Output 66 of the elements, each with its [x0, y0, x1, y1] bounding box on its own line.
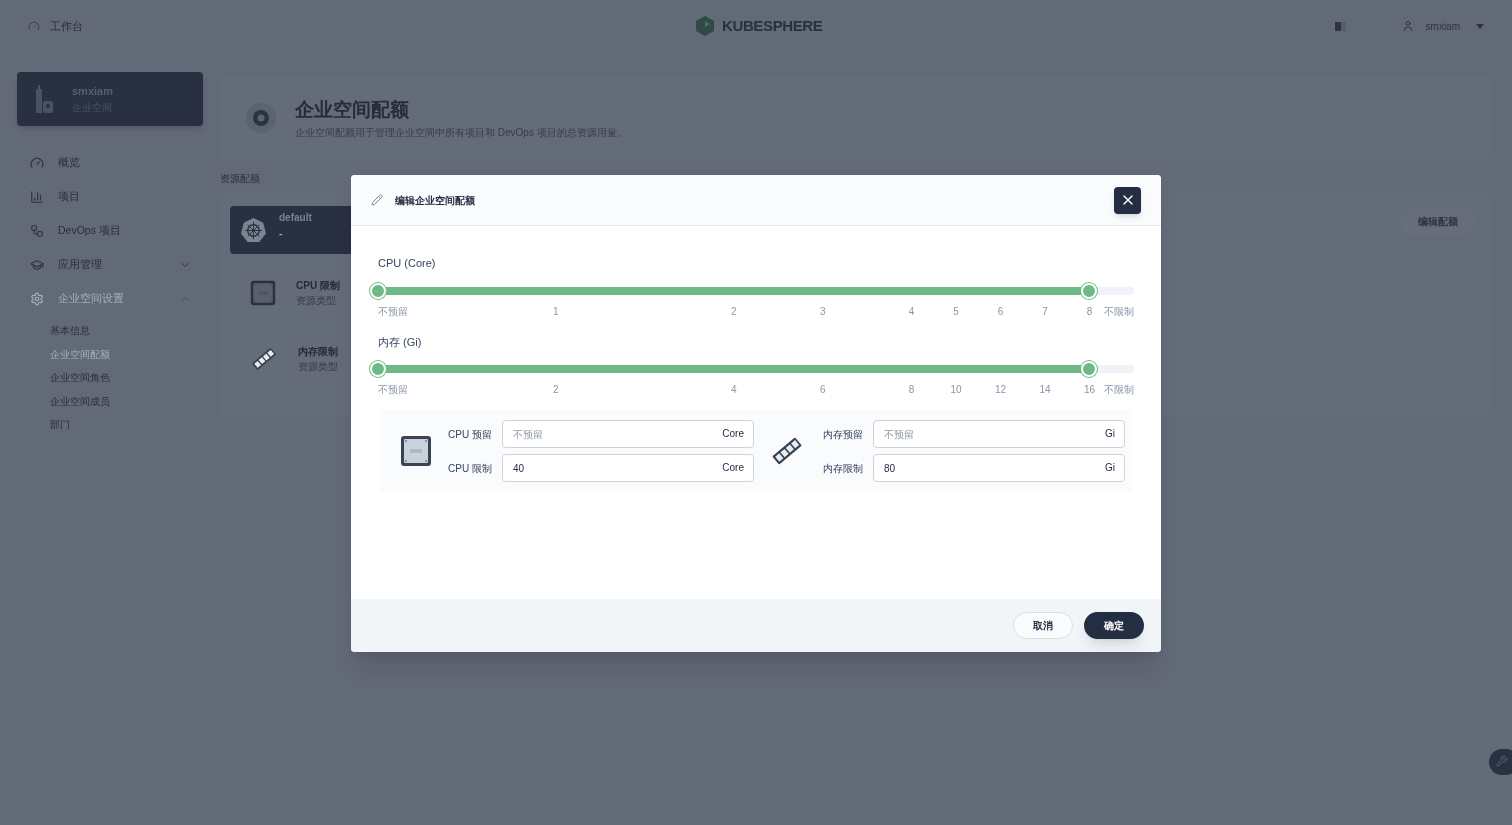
slider-tick-label: 不预留 [378, 304, 408, 319]
slider-label: 内存 (Gi) [378, 334, 423, 350]
nav-subitem[interactable]: 企业空间配额 [50, 342, 203, 366]
caret-icon [1476, 23, 1484, 29]
slider-tick-label: 2 [553, 383, 559, 397]
helm-wheel-icon [240, 216, 267, 244]
slider-thumb[interactable] [370, 361, 386, 377]
unit-label: Gi [1105, 462, 1115, 474]
cancel-button[interactable]: 取消 [1013, 612, 1073, 639]
edit-quota-button[interactable]: 编辑配额 [1401, 208, 1475, 234]
dialog-title: 编辑企业空间配额 [395, 193, 475, 208]
slider-tick-label: 5 [953, 304, 959, 319]
resource-title: CPU 限制 [296, 279, 340, 293]
page-title: 企业空间配额 [295, 98, 410, 123]
slider-thumb[interactable] [370, 282, 386, 299]
slider-tick-label: 6 [997, 304, 1004, 319]
slider-tick-label: 14 [1039, 383, 1051, 397]
close-button[interactable] [1114, 186, 1141, 214]
resource-title: 内存限制 [298, 345, 338, 359]
slider-tick-label: 16 [1083, 383, 1096, 397]
confirm-button[interactable]: 确定 [1084, 612, 1144, 639]
logo-icon [694, 15, 716, 37]
slider-label: CPU (Core) [378, 256, 437, 271]
pipeline-icon [30, 224, 44, 238]
cpu-chip-icon [400, 435, 432, 467]
quota-icon [245, 102, 277, 134]
wrench-icon [1496, 755, 1508, 767]
bar-chart-icon [30, 190, 44, 204]
slider-tick-label: 8 [1086, 304, 1093, 319]
slider-tick-label: 4 [908, 304, 915, 319]
unit-label: Gi [1105, 428, 1115, 440]
field-label: 内存限制 [822, 461, 863, 476]
field-label: CPU 限制 [447, 461, 492, 476]
slider-tick-label: 12 [995, 383, 1007, 397]
edit-icon [371, 194, 383, 206]
slider-tick-label: 不预留 [378, 383, 408, 397]
slider-tick-label: 不限制 [1104, 383, 1134, 397]
dashboard-icon [30, 156, 44, 170]
nav-item[interactable]: 概览 [17, 146, 203, 180]
tool-button[interactable] [1489, 749, 1512, 775]
slider-tick-label: 2 [730, 304, 737, 319]
slider-thumb[interactable] [1081, 282, 1098, 299]
slider-tick-label: 3 [819, 304, 826, 319]
toggle-icon [1334, 21, 1346, 31]
cap-icon [30, 258, 44, 272]
cluster-status: - [279, 226, 284, 241]
slider-thumb[interactable] [1081, 361, 1098, 377]
cluster-name: default [279, 211, 312, 225]
field-label: 内存预留 [822, 427, 863, 442]
slider-tick-label: 6 [819, 383, 826, 397]
slider-tick-label: 8 [908, 383, 915, 397]
slider-tick-label: 7 [1042, 304, 1048, 319]
slider-tick-label: 不限制 [1104, 304, 1134, 319]
logo-text: KUBESPHERE [722, 15, 823, 36]
field-label: CPU 预留 [447, 427, 492, 442]
slider-tick-label: 4 [730, 383, 737, 397]
slider-tick-label: 1 [553, 304, 559, 319]
settings-icon [30, 292, 44, 306]
slider-tick-label: 10 [950, 383, 962, 397]
unit-label: Core [722, 428, 744, 440]
home-icon [28, 20, 40, 32]
workspace-icon [34, 85, 54, 113]
nav-item[interactable]: 企业空间设置 [17, 282, 203, 316]
user-avatar-icon [1401, 20, 1414, 32]
unit-label: Core [722, 462, 744, 474]
cpu-chip-icon [250, 280, 276, 306]
